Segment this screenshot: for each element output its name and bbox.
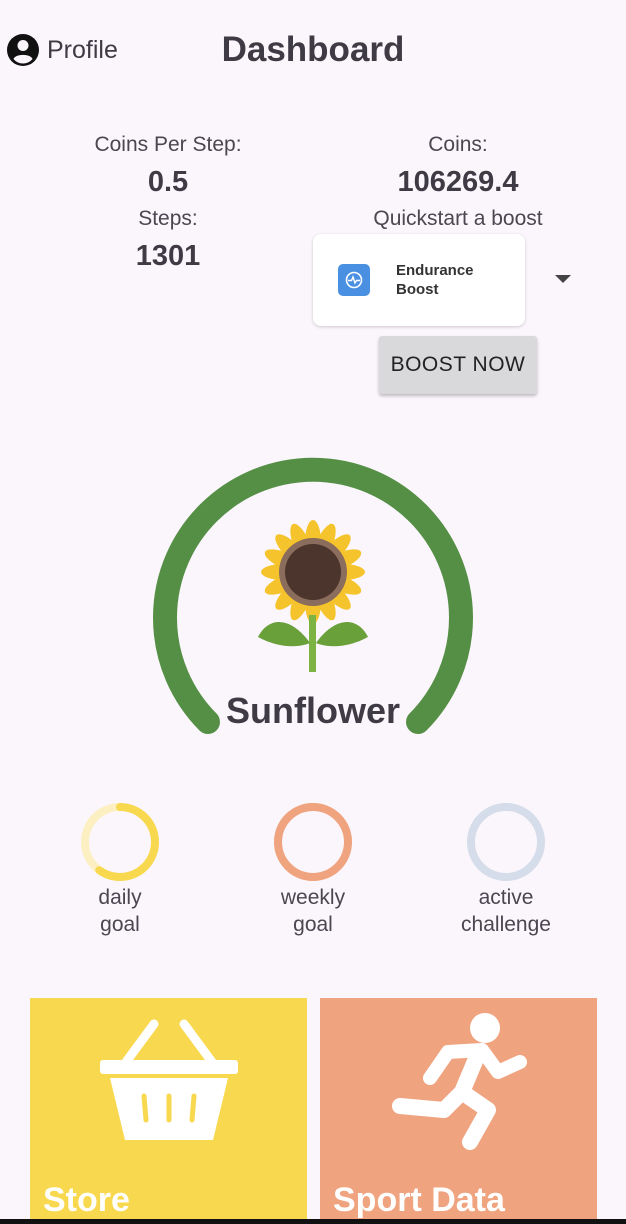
app-header: Profile Dashboard <box>0 0 626 100</box>
weekly-goal-label-line2: goal <box>293 913 333 936</box>
plant-name: Sunflower <box>225 690 400 731</box>
weekly-goal-ring <box>274 803 352 881</box>
store-label: Store <box>43 1181 130 1219</box>
daily-goal-label-line1: daily <box>98 886 142 909</box>
weekly-goal[interactable]: weekly goal <box>258 800 368 938</box>
selected-boost-label: Endurance Boost <box>396 262 474 298</box>
shopping-basket-icon <box>100 1019 238 1140</box>
boost-now-button[interactable]: BOOST NOW <box>379 336 537 394</box>
sport-data-label: Sport Data <box>333 1181 505 1219</box>
coins-label: Coins: <box>428 133 488 156</box>
heart-monitor-icon <box>338 264 370 296</box>
daily-goal[interactable]: daily goal <box>65 800 175 938</box>
active-challenge-label-line2: challenge <box>461 913 551 936</box>
sport-data-tile[interactable]: Sport Data <box>320 998 597 1224</box>
coins-per-step-value: 0.5 <box>147 166 189 198</box>
running-person-icon <box>392 1013 527 1150</box>
coins-value: 106269.4 <box>397 166 519 198</box>
sunflower-icon <box>258 520 368 672</box>
system-navigation-bar <box>0 1219 626 1224</box>
daily-goal-ring <box>81 803 159 881</box>
active-challenge-ring <box>467 803 545 881</box>
daily-goal-label-line2: goal <box>100 913 140 936</box>
store-tile[interactable]: Store <box>30 998 307 1224</box>
page-title: Dashboard <box>221 30 405 69</box>
quickstart-label: Quickstart a boost <box>373 207 543 230</box>
active-challenge-label-line1: active <box>478 886 534 909</box>
steps-value: 1301 <box>135 240 201 272</box>
boost-select[interactable]: Endurance Boost <box>313 234 525 326</box>
steps-label: Steps: <box>138 207 198 230</box>
coins-per-step-label: Coins Per Step: <box>94 133 242 156</box>
active-challenge[interactable]: active challenge <box>451 800 561 938</box>
weekly-goal-label-line1: weekly <box>280 886 346 909</box>
chevron-down-icon[interactable] <box>555 275 571 283</box>
